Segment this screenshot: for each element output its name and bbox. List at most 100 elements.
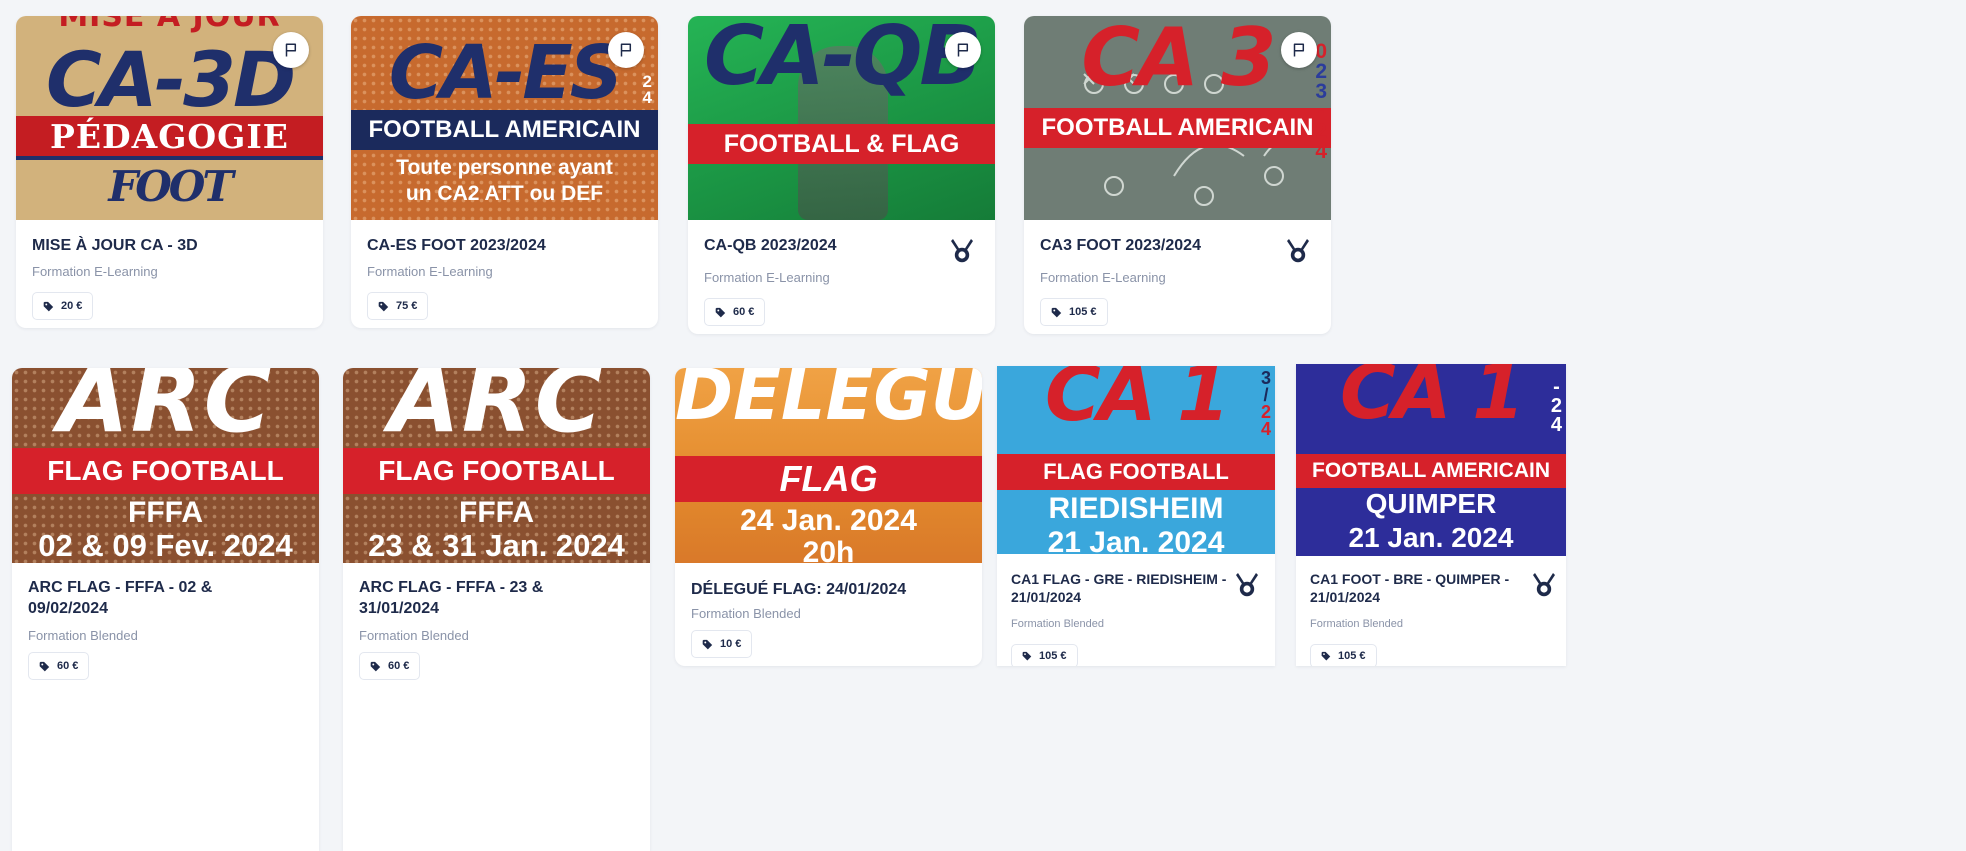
banner-line-2: 20h bbox=[802, 536, 855, 563]
banner-stripe: FOOTBALL AMERICAIN bbox=[1296, 454, 1566, 488]
course-title[interactable]: MISE À JOUR CA - 3D bbox=[32, 236, 198, 257]
course-type: Formation E-Learning bbox=[704, 270, 830, 285]
tag-icon bbox=[1321, 651, 1331, 661]
course-type: Formation Blended bbox=[359, 628, 469, 643]
season-digit: 4 bbox=[1550, 414, 1562, 436]
course-banner-image: DELEGUE FLAG 24 Jan. 2024 20h bbox=[675, 368, 982, 563]
banner-stripe: FOOTBALL & FLAG bbox=[688, 124, 995, 164]
course-card[interactable]: CA 1 FLAG FOOTBALL RIEDISHEIM 21 Jan. 20… bbox=[997, 366, 1275, 666]
course-type: Formation Blended bbox=[28, 628, 138, 643]
price-badge: 60 € bbox=[704, 298, 766, 326]
flag-button[interactable] bbox=[1281, 32, 1317, 68]
course-card[interactable]: ARC FLAG FOOTBALL FFFA 02 & 09 Fev. 2024… bbox=[12, 368, 319, 851]
tag-icon bbox=[39, 661, 50, 672]
season-digit: 4 bbox=[1260, 419, 1271, 440]
course-title[interactable]: CA1 FLAG - GRE - RIEDISHEIM - 21/01/2024 bbox=[1011, 570, 1231, 606]
course-title[interactable]: ARC FLAG - FFFA - 23 & 31/01/2024 bbox=[359, 578, 599, 620]
course-card[interactable]: CA-QB FOOTBALL & FLAG CA-QB 2023/2024 Fo… bbox=[688, 16, 995, 334]
course-card[interactable]: CA 3 FOOTBALL AMERICAIN 0 2 3 - 2 4 CA3 … bbox=[1024, 16, 1331, 334]
banner-stripe: FOOTBALL AMERICAIN bbox=[351, 110, 658, 150]
banner-line-1: FFFA bbox=[459, 496, 534, 529]
medal-icon bbox=[1532, 572, 1556, 598]
medal-icon bbox=[1235, 572, 1259, 598]
price-value: 105 € bbox=[1039, 650, 1067, 662]
price-badge: 10 € bbox=[691, 630, 753, 658]
banner-line-2: 21 Jan. 2024 bbox=[1348, 522, 1514, 553]
course-banner-image: MISE À JOUR CA-3D PÉDAGOGIE FOOT bbox=[16, 16, 323, 220]
banner-line-1: RIEDISHEIM bbox=[1048, 492, 1224, 525]
banner-line-2: un CA2 ATT ou DEF bbox=[405, 182, 604, 205]
course-title[interactable]: CA1 FOOT - BRE - QUIMPER - 21/01/2024 bbox=[1310, 570, 1524, 606]
tag-icon bbox=[43, 301, 54, 312]
banner-stripe-underline bbox=[16, 156, 323, 160]
season-digit: 2 bbox=[1315, 59, 1327, 83]
price-badge: 60 € bbox=[359, 652, 421, 680]
banner-stripe: FLAG FOOTBALL bbox=[997, 454, 1275, 490]
course-type: Formation Blended bbox=[1011, 618, 1104, 630]
flag-icon bbox=[283, 42, 299, 58]
price-value: 10 € bbox=[720, 638, 742, 650]
course-card[interactable]: DELEGUE FLAG 24 Jan. 2024 20h DÉLEGUÉ FL… bbox=[675, 368, 982, 666]
course-banner-image: CA 3 FOOTBALL AMERICAIN 0 2 3 - 2 4 bbox=[1024, 16, 1331, 220]
banner-stripe: FLAG FOOTBALL bbox=[12, 448, 319, 494]
course-card[interactable]: ARC FLAG FOOTBALL FFFA 23 & 31 Jan. 2024… bbox=[343, 368, 650, 851]
price-badge: 105 € bbox=[1310, 644, 1377, 666]
flag-icon bbox=[618, 42, 634, 58]
course-banner-image: CA 1 FOOTBALL AMERICAIN QUIMPER 21 Jan. … bbox=[1296, 364, 1566, 556]
flag-button[interactable] bbox=[608, 32, 644, 68]
flag-icon bbox=[955, 42, 971, 58]
price-value: 60 € bbox=[388, 660, 410, 672]
course-banner-image: CA-QB FOOTBALL & FLAG bbox=[688, 16, 995, 220]
season-digit: 0 bbox=[1315, 40, 1327, 63]
season-digit: 2 bbox=[1315, 119, 1327, 143]
course-title[interactable]: CA-ES FOOT 2023/2024 bbox=[367, 236, 546, 257]
tag-icon bbox=[702, 639, 713, 650]
banner-line-1: 24 Jan. 2024 bbox=[740, 504, 917, 537]
banner-line-2: 02 & 09 Fev. 2024 bbox=[38, 528, 293, 563]
price-value: 105 € bbox=[1069, 306, 1097, 318]
banner-season-digits: 0 2 3 - 2 4 bbox=[1315, 40, 1327, 162]
banner-hero-text: CA 1 bbox=[1340, 364, 1525, 436]
banner-line-1: QUIMPER bbox=[1365, 488, 1497, 519]
course-banner-image: ARC FLAG FOOTBALL FFFA 02 & 09 Fev. 2024 bbox=[12, 368, 319, 563]
flag-button[interactable] bbox=[945, 32, 981, 68]
course-banner-image: ARC FLAG FOOTBALL FFFA 23 & 31 Jan. 2024 bbox=[343, 368, 650, 563]
flag-icon bbox=[1291, 42, 1307, 58]
price-value: 20 € bbox=[61, 300, 83, 312]
banner-stripe: FLAG bbox=[675, 456, 982, 502]
banner-line-1: FFFA bbox=[128, 496, 203, 529]
banner-hero-text: ARC bbox=[57, 368, 274, 453]
banner-line: FOOT bbox=[108, 162, 233, 211]
tag-icon bbox=[378, 301, 389, 312]
banner-stripe: FLAG FOOTBALL bbox=[343, 448, 650, 494]
course-card[interactable]: CA-ES FOOTBALL AMERICAIN Toute personne … bbox=[351, 16, 658, 328]
season-digit: 3 bbox=[1315, 79, 1327, 103]
tag-icon bbox=[1022, 651, 1032, 661]
banner-hero-text: ARC bbox=[388, 368, 605, 453]
banner-line-2: 23 & 31 Jan. 2024 bbox=[368, 528, 625, 563]
banner-hero-text: DELEGUE bbox=[675, 368, 982, 436]
season-digit: 4 bbox=[642, 88, 652, 108]
price-badge: 105 € bbox=[1040, 298, 1108, 326]
banner-season-digits: - 2 4 bbox=[1550, 377, 1562, 436]
course-title[interactable]: CA3 FOOT 2023/2024 bbox=[1040, 236, 1201, 257]
banner-stripe: FOOTBALL AMERICAIN bbox=[1024, 108, 1331, 148]
medal-icon bbox=[1286, 238, 1310, 264]
banner-stripe: PÉDAGOGIE bbox=[16, 116, 323, 156]
banner-hero-text: CA 1 bbox=[1045, 366, 1230, 438]
course-title[interactable]: CA-QB 2023/2024 bbox=[704, 236, 837, 257]
price-value: 75 € bbox=[396, 300, 418, 312]
course-card[interactable]: MISE À JOUR CA-3D PÉDAGOGIE FOOT MISE À … bbox=[16, 16, 323, 328]
course-title[interactable]: ARC FLAG - FFFA - 02 & 09/02/2024 bbox=[28, 578, 268, 620]
season-digit: - bbox=[1317, 99, 1325, 123]
banner-season-digits: 3 / 2 4 bbox=[1260, 369, 1271, 440]
course-card[interactable]: CA 1 FOOTBALL AMERICAIN QUIMPER 21 Jan. … bbox=[1296, 364, 1566, 666]
banner-top-text: MISE À JOUR bbox=[58, 16, 281, 34]
price-value: 60 € bbox=[733, 306, 755, 318]
tag-icon bbox=[370, 661, 381, 672]
course-title[interactable]: DÉLEGUÉ FLAG: 24/01/2024 bbox=[691, 580, 906, 601]
course-type: Formation E-Learning bbox=[32, 264, 158, 279]
course-type: Formation Blended bbox=[691, 606, 801, 621]
tag-icon bbox=[1051, 307, 1062, 318]
flag-button[interactable] bbox=[273, 32, 309, 68]
